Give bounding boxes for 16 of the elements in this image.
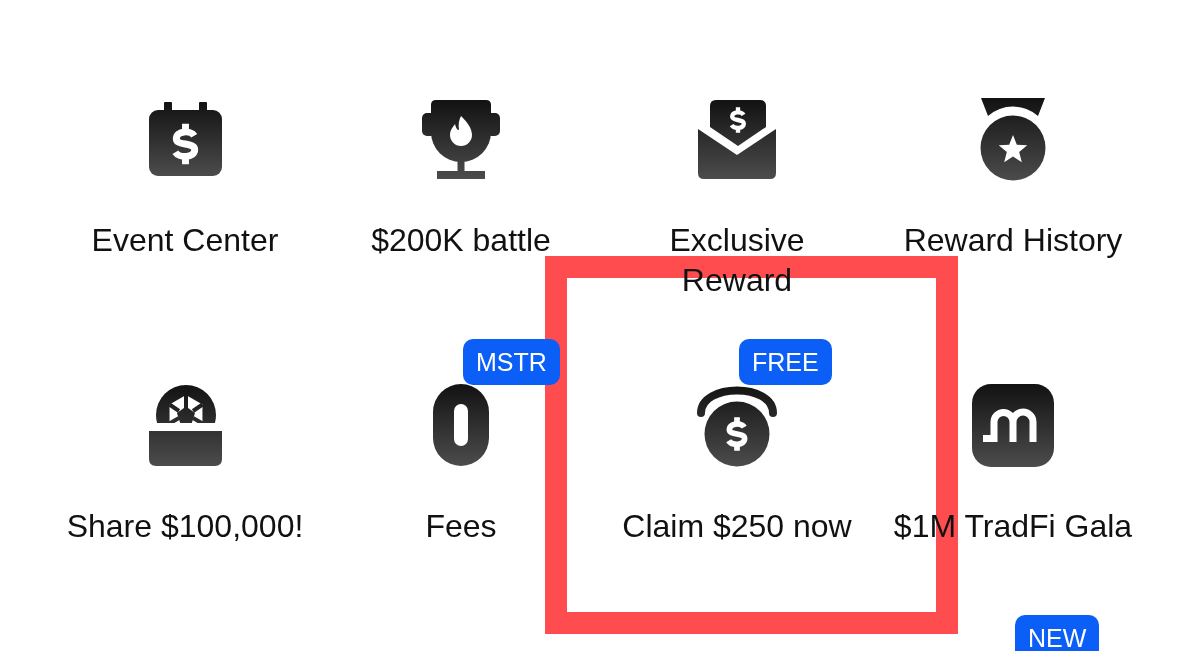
- envelope-dollar-icon[interactable]: [698, 99, 776, 179]
- calendar-dollar-icon[interactable]: [148, 102, 222, 176]
- promo-badge: MSTR: [463, 339, 560, 385]
- item-label[interactable]: $200K battle: [371, 220, 551, 260]
- item-label[interactable]: Reward History: [903, 220, 1123, 260]
- promo-badge: FREE: [739, 339, 832, 385]
- m-logo-icon[interactable]: [972, 383, 1054, 467]
- medal-star-icon[interactable]: [980, 97, 1046, 181]
- promo-badge: NEW: [1015, 615, 1100, 651]
- item-label[interactable]: Fees: [425, 506, 497, 546]
- soccer-ball-basket-icon[interactable]: [148, 384, 222, 466]
- trophy-flame-icon[interactable]: [422, 99, 500, 179]
- zero-icon[interactable]: [433, 384, 489, 466]
- item-label[interactable]: Claim $250 now: [622, 506, 852, 546]
- item-label[interactable]: Event Center: [91, 220, 279, 260]
- item-label[interactable]: Share $100,000!: [66, 506, 304, 546]
